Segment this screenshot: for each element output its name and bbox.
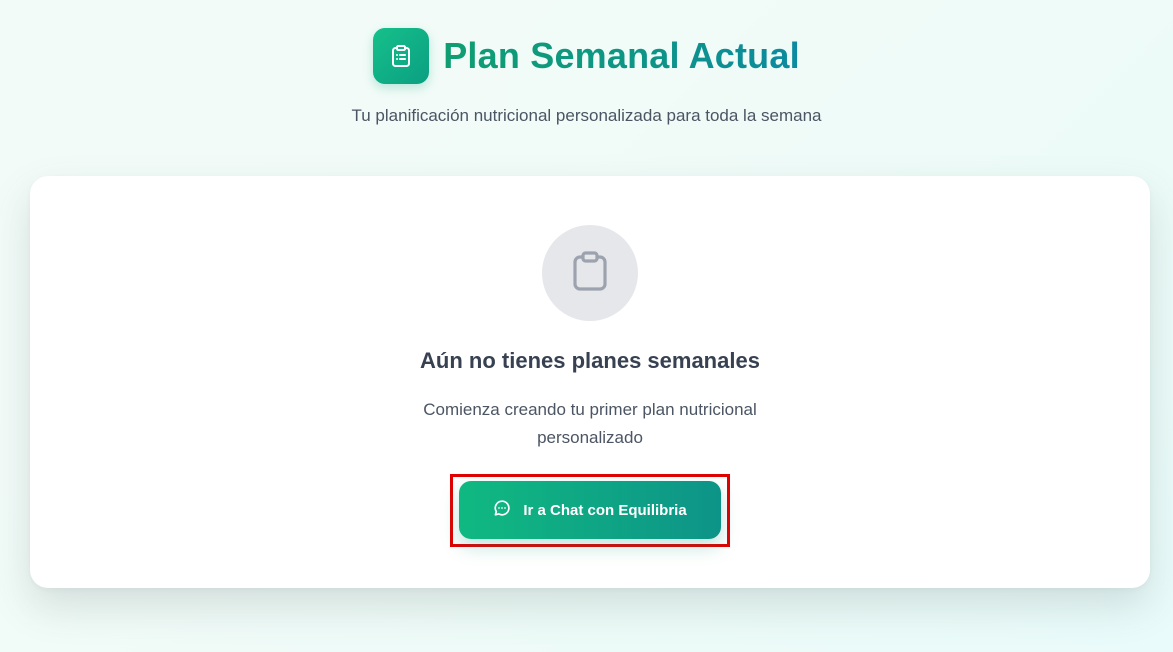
go-to-chat-button-label: Ir a Chat con Equilibria [523, 501, 687, 519]
page-title: Plan Semanal Actual [443, 28, 800, 84]
chat-bubble-icon [493, 499, 511, 521]
page-header: Plan Semanal Actual Tu planificación nut… [0, 28, 1173, 126]
clipboard-icon [572, 250, 608, 296]
empty-state-icon-circle [542, 225, 638, 321]
empty-state-card: Aún no tienes planes semanales Comienza … [30, 176, 1150, 588]
page-subtitle: Tu planificación nutricional personaliza… [351, 106, 822, 125]
empty-state-description: Comienza creando tu primer plan nutricio… [423, 400, 757, 447]
empty-state-title: Aún no tienes planes semanales [420, 348, 760, 373]
go-to-chat-button[interactable]: Ir a Chat con Equilibria [459, 481, 721, 539]
title-row: Plan Semanal Actual [373, 28, 800, 84]
clipboard-list-icon [373, 28, 430, 84]
